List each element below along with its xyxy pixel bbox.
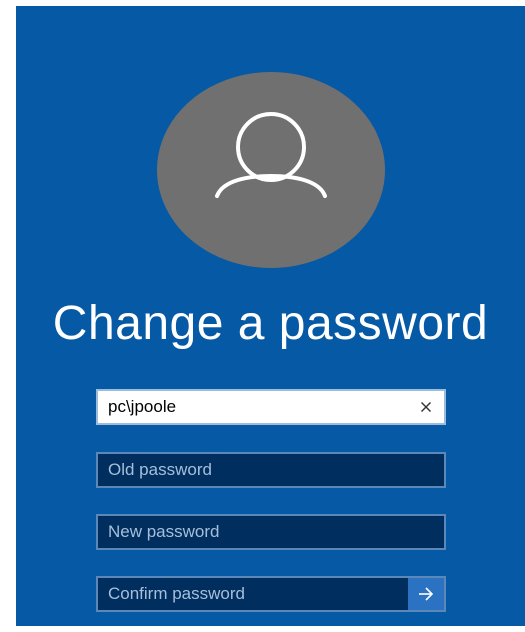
clear-username-button[interactable] — [412, 394, 440, 420]
old-password-input[interactable] — [98, 454, 444, 486]
confirm-password-input[interactable] — [98, 578, 444, 610]
window-frame: Change a password — [0, 0, 525, 632]
user-icon — [215, 112, 327, 198]
old-password-field — [96, 452, 446, 488]
submit-button[interactable] — [408, 578, 444, 610]
username-field — [96, 389, 446, 425]
page-title: Change a password — [52, 297, 489, 350]
user-avatar — [157, 72, 385, 268]
new-password-field — [96, 514, 446, 550]
arrow-right-icon — [419, 587, 434, 601]
new-password-input[interactable] — [98, 516, 444, 548]
username-input[interactable] — [98, 391, 444, 423]
confirm-password-field — [96, 576, 446, 612]
close-icon — [421, 402, 431, 412]
